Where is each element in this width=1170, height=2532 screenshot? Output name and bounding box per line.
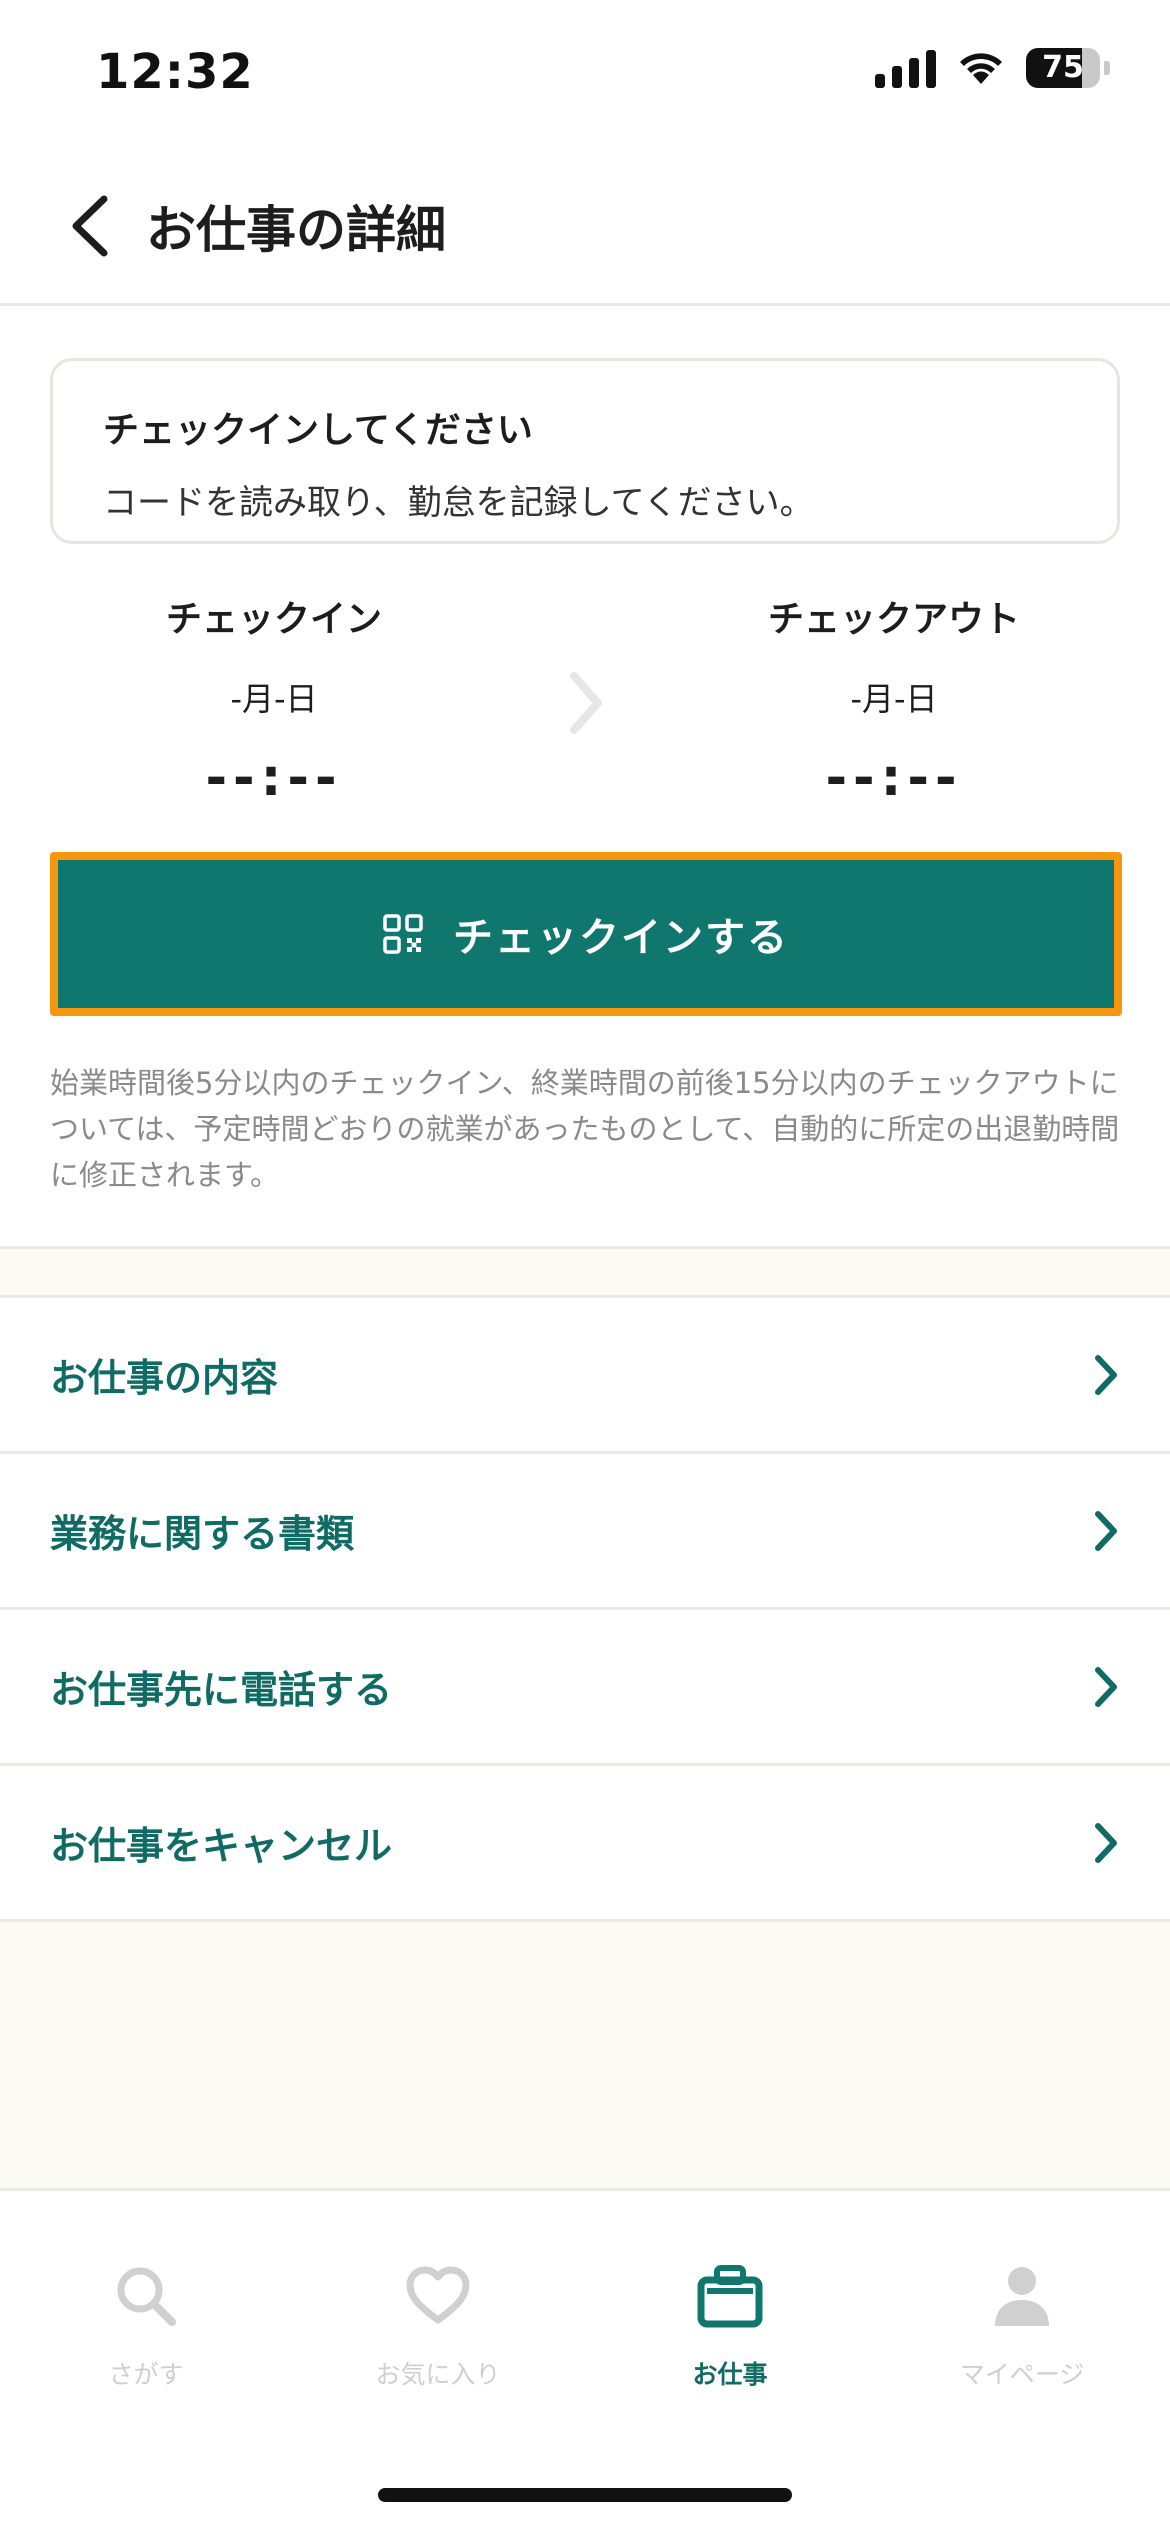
menu-item-label: 業務に関する書類: [50, 1512, 355, 1556]
chevron-right-icon: [1095, 1666, 1117, 1707]
chevron-right-icon: [1095, 1822, 1117, 1863]
person-icon: [995, 2267, 1049, 2326]
check-in-date: -月-日: [230, 680, 318, 718]
empty-area: [0, 1922, 1170, 2190]
attendance-note: 始業時間後5分以内のチェックイン、終業時間の前後15分以内のチェックアウトについ…: [50, 1066, 1120, 1192]
menu-item-documents[interactable]: 業務に関する書類: [0, 1454, 1170, 1610]
chevron-right-icon: [570, 672, 602, 734]
menu-item-label: お仕事先に電話する: [50, 1668, 393, 1712]
tab-label: お気に入り: [375, 2360, 501, 2389]
tab-label: さがす: [108, 2360, 184, 2389]
menu-item-job-content[interactable]: お仕事の内容: [0, 1298, 1170, 1454]
check-in-label: チェックイン: [165, 599, 382, 640]
briefcase-icon: [697, 2265, 763, 2328]
section-divider: [0, 1246, 1170, 1298]
menu-item-label: お仕事をキャンセル: [50, 1824, 393, 1868]
battery-level: 75: [1042, 50, 1084, 85]
tab-mypage[interactable]: マイページ: [876, 2251, 1168, 2391]
menu-item-call-employer[interactable]: お仕事先に電話する: [0, 1610, 1170, 1766]
tab-favorites[interactable]: お気に入り: [292, 2251, 584, 2391]
checkin-button-label: チェックインする: [453, 915, 789, 961]
nav-header: お仕事の詳細: [0, 150, 1170, 306]
battery-icon: 75: [1026, 48, 1100, 88]
tab-jobs[interactable]: お仕事: [584, 2251, 876, 2391]
wifi-icon: [960, 53, 1002, 84]
chevron-right-icon: [1095, 1510, 1117, 1551]
check-in-time: --:--: [205, 748, 343, 808]
tab-search[interactable]: さがす: [0, 2251, 292, 2391]
chevron-right-icon: [1095, 1354, 1117, 1395]
check-out-label: チェックアウト: [767, 599, 1020, 640]
tab-bar: さがす お気に入り お仕事 マイページ: [0, 2188, 1170, 2532]
page-title: お仕事の詳細: [146, 201, 446, 259]
status-time: 12:32: [96, 44, 254, 100]
notice-title: チェックインしてください: [103, 410, 533, 451]
menu-item-label: お仕事の内容: [50, 1356, 279, 1400]
job-action-menu: お仕事の内容 業務に関する書類 お仕事先に電話する お仕事をキャンセル: [0, 1298, 1170, 1922]
check-out-status: チェックアウト -月-日 --:--: [684, 590, 1104, 808]
home-indicator: [378, 2488, 792, 2502]
check-out-date: -月-日: [850, 680, 938, 718]
checkin-notice-card: チェックインしてください コードを読み取り、勤怠を記録してください。: [50, 358, 1120, 544]
check-in-status: チェックイン -月-日 --:--: [64, 590, 484, 808]
chevron-left-icon: [72, 195, 108, 257]
tab-label: お仕事: [692, 2360, 768, 2389]
check-out-time: --:--: [825, 748, 963, 808]
notice-body: コードを読み取り、勤怠を記録してください。: [103, 483, 814, 523]
status-bar: 12:32 75: [0, 0, 1170, 150]
tab-label: マイページ: [959, 2360, 1085, 2389]
heart-icon: [406, 2266, 470, 2324]
qr-code-icon: [383, 914, 423, 954]
battery-cap: [1104, 61, 1110, 75]
cellular-signal-icon: [875, 48, 936, 88]
checkin-button[interactable]: チェックインする: [50, 852, 1122, 1016]
back-button[interactable]: [50, 186, 130, 266]
search-icon: [117, 2267, 176, 2326]
status-icons: 75: [875, 48, 1110, 88]
menu-item-cancel-job[interactable]: お仕事をキャンセル: [0, 1766, 1170, 1922]
